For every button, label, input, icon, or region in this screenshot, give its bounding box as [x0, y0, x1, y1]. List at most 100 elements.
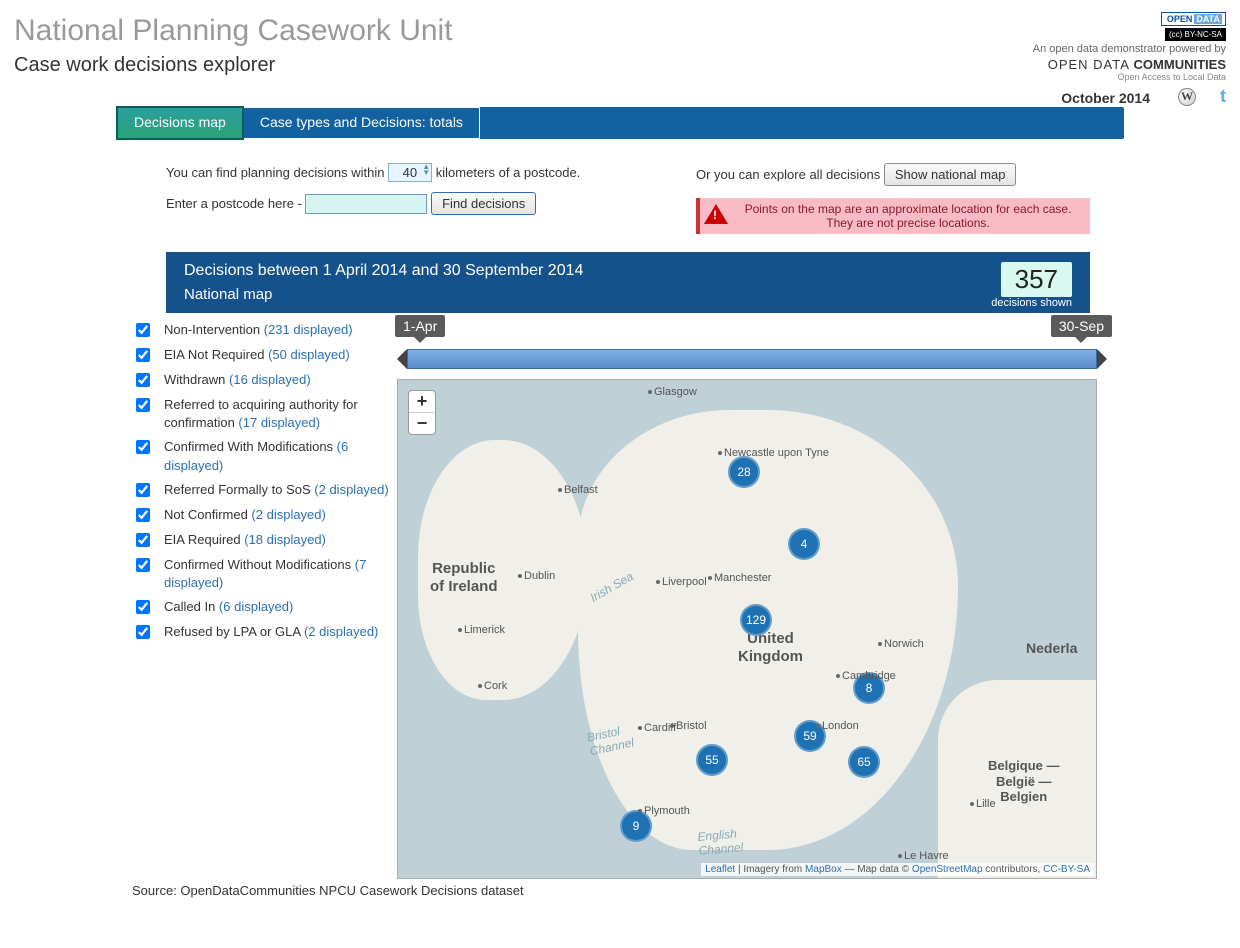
- show-national-map-button[interactable]: Show national map: [884, 163, 1017, 186]
- map-cluster[interactable]: 65: [848, 746, 880, 778]
- map-date-range: Decisions between 1 April 2014 and 30 Se…: [184, 262, 583, 280]
- filter-label: Confirmed Without Modifications (7 displ…: [164, 556, 397, 592]
- city-label: Liverpool: [656, 576, 707, 588]
- tab-case-types[interactable]: Case types and Decisions: totals: [244, 107, 480, 139]
- filter-checkbox[interactable]: [136, 508, 150, 522]
- map-scope: National map: [184, 286, 583, 303]
- odc-tagline: Open Access to Local Data: [1033, 72, 1226, 82]
- city-label: Newcastle upon Tyne: [718, 447, 829, 459]
- city-label: Bristol: [670, 720, 707, 732]
- date-slider[interactable]: 1-Apr 30-Sep: [397, 305, 1097, 375]
- filter-label: Withdrawn (16 displayed): [164, 371, 397, 389]
- filter-checkbox[interactable]: [136, 323, 150, 337]
- filter-checkbox[interactable]: [136, 440, 150, 454]
- city-label: Manchester: [708, 572, 771, 584]
- wordpress-icon[interactable]: W: [1178, 88, 1196, 106]
- filter-checkbox[interactable]: [136, 558, 150, 572]
- filter-count: (2 displayed): [304, 624, 378, 639]
- slider-arrow-left[interactable]: [397, 349, 407, 369]
- filter-checkbox[interactable]: [136, 600, 150, 614]
- map-cluster[interactable]: 129: [740, 604, 772, 636]
- city-label: Cork: [478, 680, 507, 692]
- filter-label: Not Confirmed (2 displayed): [164, 506, 397, 524]
- country-label-ireland: Republicof Ireland: [430, 560, 498, 596]
- country-label-uk: UnitedKingdom: [738, 630, 803, 666]
- twitter-icon[interactable]: t: [1220, 86, 1226, 107]
- map-cluster[interactable]: 28: [728, 456, 760, 488]
- warning-box: Points on the map are an approximate loc…: [696, 198, 1090, 234]
- source-line: Source: OpenDataCommunities NPCU Casewor…: [132, 883, 1240, 898]
- tab-decisions-map[interactable]: Decisions map: [116, 106, 244, 140]
- filter-row: Withdrawn (16 displayed): [132, 371, 397, 390]
- country-label-be: Belgique —België —Belgien: [988, 758, 1060, 805]
- cc-badge[interactable]: (cc) BY-NC-SA: [1165, 28, 1226, 41]
- filter-label: Confirmed With Modifications (6 displaye…: [164, 438, 397, 474]
- filter-label: Non-Intervention (231 displayed): [164, 321, 397, 339]
- filter-count: (7 displayed): [164, 557, 366, 590]
- city-label: Norwich: [878, 638, 924, 650]
- km-input[interactable]: 40 ▲▼: [388, 163, 432, 182]
- filter-count: (231 displayed): [264, 322, 353, 337]
- city-label: Glasgow: [648, 386, 697, 398]
- postcode-input[interactable]: [305, 194, 427, 214]
- filter-count: (18 displayed): [244, 532, 326, 547]
- slider-track[interactable]: [407, 349, 1097, 369]
- filter-checkbox[interactable]: [136, 348, 150, 362]
- leaflet-link[interactable]: Leaflet: [705, 864, 735, 875]
- filter-checkbox[interactable]: [136, 373, 150, 387]
- country-label-nl: Nederla: [1026, 640, 1077, 657]
- city-label: Belfast: [558, 484, 598, 496]
- filter-row: EIA Not Required (50 displayed): [132, 346, 397, 365]
- slider-arrow-right[interactable]: [1097, 349, 1107, 369]
- find-suffix-text: kilometers of a postcode.: [436, 165, 581, 180]
- filter-row: EIA Required (18 displayed): [132, 531, 397, 550]
- filter-label: Refused by LPA or GLA (2 displayed): [164, 623, 397, 641]
- warning-icon: [704, 204, 728, 224]
- filter-checkbox[interactable]: [136, 625, 150, 639]
- zoom-in-button[interactable]: +: [409, 391, 435, 413]
- filter-count: (17 displayed): [238, 415, 320, 430]
- filter-label: Referred to acquiring authority for conf…: [164, 396, 397, 432]
- map-cluster[interactable]: 4: [788, 528, 820, 560]
- filter-row: Confirmed With Modifications (6 displaye…: [132, 438, 397, 474]
- zoom-out-button[interactable]: −: [409, 413, 435, 434]
- filter-count: (2 displayed): [314, 482, 388, 497]
- city-label: Plymouth: [638, 805, 690, 817]
- filter-row: Not Confirmed (2 displayed): [132, 506, 397, 525]
- city-label: Cambridge: [836, 670, 896, 682]
- map-pane[interactable]: + − Republicof Ireland UnitedKingdom Ned…: [397, 379, 1097, 879]
- filter-checkbox[interactable]: [136, 483, 150, 497]
- slider-start-tag[interactable]: 1-Apr: [395, 315, 445, 337]
- odc-logo[interactable]: OPEN DATA COMMUNITIES: [1033, 57, 1226, 72]
- open-data-badge[interactable]: OPEN DATA: [1161, 12, 1226, 26]
- powered-by-text: An open data demonstrator powered by: [1033, 43, 1226, 55]
- city-label: Lille: [970, 798, 996, 810]
- tab-bar: Decisions map Case types and Decisions: …: [116, 107, 1124, 139]
- map-header: Decisions between 1 April 2014 and 30 Se…: [166, 252, 1090, 313]
- filter-label: EIA Not Required (50 displayed): [164, 346, 397, 364]
- city-label: Limerick: [458, 624, 505, 636]
- map-cluster[interactable]: 55: [696, 744, 728, 776]
- map-attribution: Leaflet | Imagery from MapBox — Map data…: [701, 863, 1094, 876]
- filter-label: Called In (6 displayed): [164, 598, 397, 616]
- osm-link[interactable]: OpenStreetMap: [912, 864, 983, 875]
- find-decisions-button[interactable]: Find decisions: [431, 192, 536, 215]
- page-subtitle: Case work decisions explorer: [14, 54, 453, 77]
- filter-checkbox[interactable]: [136, 533, 150, 547]
- city-label: Le Havre: [898, 850, 949, 862]
- filter-checkbox[interactable]: [136, 398, 150, 412]
- filter-count: (50 displayed): [268, 347, 350, 362]
- filter-row: Refused by LPA or GLA (2 displayed): [132, 623, 397, 642]
- enter-postcode-label: Enter a postcode here -: [166, 196, 302, 211]
- decisions-count: 357: [1001, 262, 1072, 297]
- mapbox-link[interactable]: MapBox: [805, 864, 842, 875]
- ccbysa-link[interactable]: CC-BY-SA: [1043, 864, 1090, 875]
- find-prefix-text: You can find planning decisions within: [166, 165, 385, 180]
- filter-count: (2 displayed): [251, 507, 325, 522]
- city-label: London: [816, 720, 859, 732]
- filter-label: Referred Formally to SoS (2 displayed): [164, 481, 397, 499]
- filter-row: Non-Intervention (231 displayed): [132, 321, 397, 340]
- slider-end-tag[interactable]: 30-Sep: [1051, 315, 1112, 337]
- km-spinner[interactable]: ▲▼: [422, 164, 430, 176]
- or-explore-text: Or you can explore all decisions: [696, 167, 880, 182]
